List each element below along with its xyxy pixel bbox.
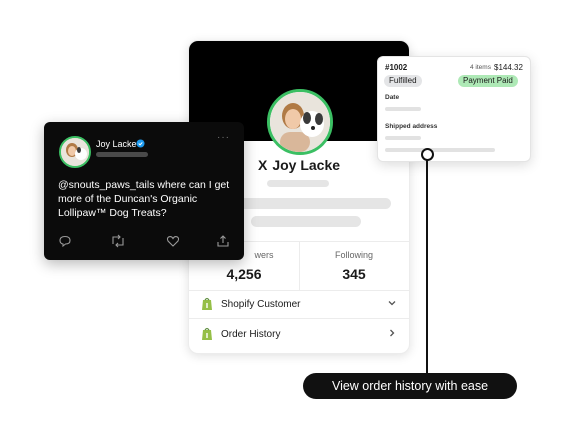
date-placeholder bbox=[385, 107, 421, 111]
bio-placeholder-line-2 bbox=[251, 216, 361, 227]
followers-value: 4,256 bbox=[226, 266, 262, 282]
chevron-down-icon[interactable] bbox=[387, 298, 397, 308]
bio-placeholder-line-1 bbox=[235, 198, 391, 209]
avatar-photo-icon bbox=[270, 92, 330, 152]
tweet-handle-placeholder bbox=[96, 152, 148, 157]
share-icon[interactable] bbox=[216, 234, 230, 248]
following-stat[interactable]: Following 345 bbox=[299, 242, 409, 290]
address-placeholder-line-1 bbox=[385, 136, 421, 140]
menu-label-order-history: Order History bbox=[221, 329, 281, 340]
order-total: $144.32 bbox=[494, 63, 523, 72]
like-icon[interactable] bbox=[166, 234, 180, 248]
order-summary-card[interactable]: #1002 4 items $144.32 Fulfilled Payment … bbox=[377, 56, 531, 162]
tweet-author-name[interactable]: Joy Lacke bbox=[96, 139, 137, 149]
payment-status-badge: Payment Paid bbox=[458, 75, 518, 87]
order-number: #1002 bbox=[385, 63, 408, 72]
tweet-text: @snouts_paws_tails where can I get more … bbox=[58, 179, 230, 219]
menu-label-shopify-customer: Shopify Customer bbox=[221, 299, 301, 310]
tweet-actions bbox=[58, 234, 230, 248]
profile-avatar bbox=[267, 89, 333, 155]
retweet-icon[interactable] bbox=[110, 234, 126, 248]
chevron-right-icon[interactable] bbox=[387, 328, 397, 338]
avatar-photo-icon bbox=[61, 138, 89, 166]
menu-shopify-customer[interactable]: Shopify Customer bbox=[189, 290, 409, 319]
x-logo-icon: X bbox=[257, 157, 268, 173]
following-label: Following bbox=[334, 250, 374, 260]
shopify-icon bbox=[202, 327, 212, 340]
reply-icon[interactable] bbox=[58, 234, 72, 248]
menu-order-history[interactable]: Order History bbox=[189, 320, 409, 348]
profile-name-text: Joy Lacke bbox=[272, 157, 341, 173]
shipped-address-label: Shipped address bbox=[385, 123, 438, 130]
date-label: Date bbox=[385, 94, 400, 101]
callout-connector-line bbox=[426, 155, 428, 379]
more-options-icon[interactable]: ··· bbox=[217, 132, 230, 143]
verified-badge-icon bbox=[136, 139, 145, 148]
tweet-avatar bbox=[59, 136, 91, 168]
address-placeholder-line-2 bbox=[385, 148, 495, 152]
shopify-icon bbox=[202, 297, 212, 310]
order-item-count: 4 items bbox=[470, 64, 491, 71]
handle-placeholder bbox=[267, 180, 329, 187]
callout-pill: View order history with ease bbox=[303, 373, 517, 399]
fulfillment-status-badge: Fulfilled bbox=[384, 75, 422, 87]
callout-anchor-dot bbox=[421, 148, 434, 161]
following-value: 345 bbox=[342, 266, 366, 282]
tweet-card: Joy Lacke ··· @snouts_paws_tails where c… bbox=[44, 122, 244, 260]
